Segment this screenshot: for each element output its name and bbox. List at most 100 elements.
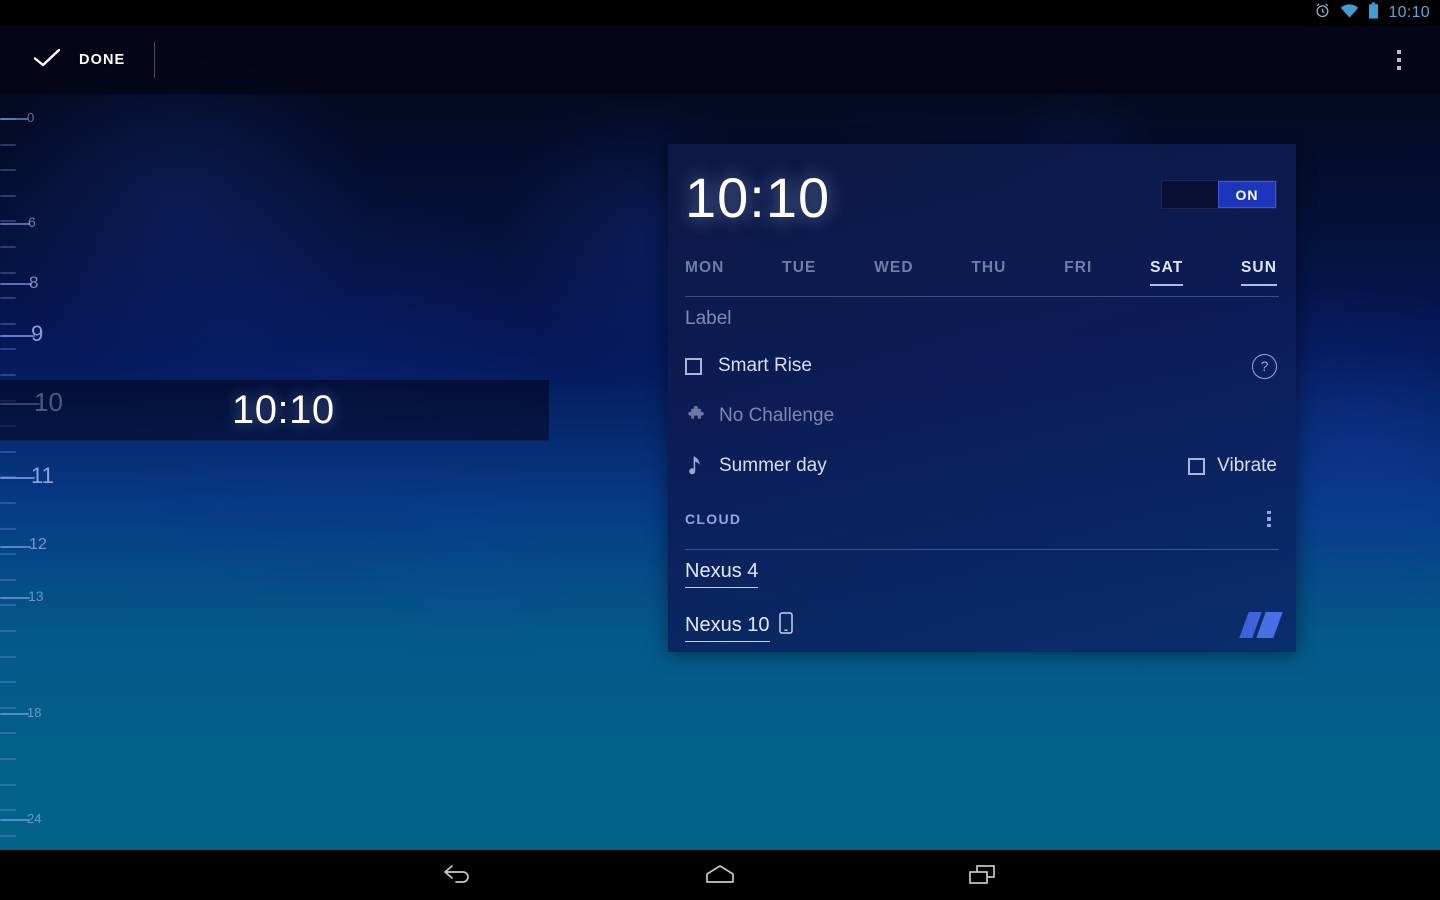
puzzle-piece-icon [685, 405, 710, 428]
timeline-tick-major [0, 223, 30, 225]
toggle-track [1162, 181, 1218, 208]
weekday-sat[interactable]: SAT [1150, 259, 1184, 286]
timeline-tick [0, 169, 16, 172]
vibrate-toggle[interactable]: Vibrate [1188, 455, 1277, 477]
smart-rise-row[interactable]: Smart Rise ? [685, 341, 1277, 391]
back-icon[interactable] [427, 853, 489, 897]
cloud-section-header: CLOUD [668, 499, 1296, 539]
timeline-tick [0, 783, 16, 786]
smart-rise-label: Smart Rise [718, 355, 812, 376]
timeline-tick [0, 194, 16, 197]
timeline-tick [0, 630, 16, 632]
alarm-enable-toggle[interactable]: ON [1161, 180, 1277, 209]
cloud-title: CLOUD [685, 511, 742, 527]
recents-icon[interactable] [951, 853, 1013, 897]
timeline-tick [0, 246, 16, 248]
status-bar: 10:10 [0, 0, 1440, 26]
vibrate-checkbox[interactable] [1188, 457, 1206, 475]
selected-alarm-row[interactable]: 10:10 [0, 379, 549, 441]
timeline-tick [0, 374, 16, 376]
action-bar: DONE [0, 26, 1440, 94]
home-icon[interactable] [689, 853, 751, 897]
timeline-tick-major [0, 118, 28, 120]
weekday-fri[interactable]: FRI [1064, 259, 1092, 286]
cloud-device-name: Nexus 4 [685, 560, 759, 588]
toggle-state-label: ON [1235, 186, 1259, 203]
weekday-thu[interactable]: THU [971, 259, 1006, 286]
timeline-tick-major [0, 477, 35, 479]
weekday-mon[interactable]: MON [685, 259, 724, 286]
smart-rise-checkbox[interactable] [685, 357, 702, 375]
timeline-tick-major [0, 283, 32, 285]
timeline-tick [0, 527, 16, 530]
wifi-icon [1340, 3, 1359, 23]
battery-icon [1368, 2, 1379, 24]
timeline-tick [0, 271, 16, 274]
timeline-hour-label[interactable]: 9 [31, 322, 43, 345]
cloud-device-item[interactable]: Nexus 4 [685, 560, 1277, 588]
music-note-icon [685, 455, 710, 478]
timeline-hour-label[interactable]: 8 [29, 274, 38, 291]
ringtone-row[interactable]: Summer day Vibrate [685, 441, 1277, 491]
timeline-tick [0, 681, 16, 684]
vibrate-label: Vibrate [1217, 455, 1277, 476]
help-icon[interactable]: ? [1252, 353, 1277, 379]
timeline-tick-major [0, 819, 29, 821]
check-icon [32, 46, 62, 75]
help-glyph: ? [1260, 358, 1269, 374]
timeline-tick-major [0, 713, 29, 715]
timeline-hour-label[interactable]: 12 [29, 537, 47, 553]
timeline-tick [0, 553, 16, 556]
timeline-hour-label[interactable]: 24 [27, 812, 41, 825]
cloud-device-name: Nexus 10 [685, 614, 770, 642]
navigation-bar [0, 850, 1440, 900]
toggle-thumb: ON [1218, 181, 1276, 208]
brand-logo-icon [1239, 612, 1283, 638]
cloud-device-item[interactable]: Nexus 10 [685, 612, 1277, 643]
timeline-hour-label[interactable]: 11 [31, 464, 54, 487]
challenge-label: No Challenge [719, 405, 835, 426]
status-bar-clock: 10:10 [1388, 3, 1430, 21]
overflow-menu-icon[interactable] [1380, 38, 1418, 82]
action-bar-divider [154, 42, 156, 78]
timeline-hour-label[interactable]: 0 [27, 111, 34, 124]
timeline-tick [0, 706, 16, 709]
timeline-tick [0, 322, 16, 325]
alarm-timeline[interactable]: 0689101112131824 10:10 [0, 94, 549, 850]
ringtone-label: Summer day [719, 455, 827, 476]
done-button[interactable]: DONE [0, 26, 125, 94]
timeline-tick [0, 578, 16, 581]
timeline-tick [0, 143, 16, 146]
timeline-tick-major [0, 546, 31, 548]
selected-alarm-time: 10:10 [232, 387, 335, 432]
timeline-tick [0, 297, 16, 300]
timeline-tick [0, 502, 16, 504]
timeline-hour-label[interactable]: 18 [27, 706, 41, 719]
weekday-wed[interactable]: WED [874, 259, 913, 286]
weekday-tue[interactable]: TUE [782, 259, 816, 286]
timeline-tick-major [0, 597, 30, 599]
card-header: 10:10 ON [668, 144, 1296, 226]
done-label: DONE [79, 52, 126, 68]
label-field[interactable]: Label [685, 297, 1277, 341]
app-screen: 10:10 0689101112131824 10:10 DONE 10:10 [0, 0, 1440, 900]
timeline-tick [0, 809, 16, 812]
cloud-device-list: Nexus 4 Nexus 10 [668, 550, 1296, 643]
timeline-tick [0, 655, 16, 658]
challenge-row[interactable]: No Challenge [685, 391, 1277, 441]
label-placeholder: Label [685, 308, 732, 329]
timeline-tick [0, 604, 16, 607]
timeline-tick [0, 834, 16, 837]
timeline-tick [0, 450, 16, 453]
timeline-tick [0, 758, 16, 760]
timeline-hour-label[interactable]: 6 [28, 215, 36, 229]
timeline-tick [0, 348, 16, 351]
cloud-overflow-menu-icon[interactable] [1256, 504, 1282, 534]
timeline-tick [0, 732, 16, 735]
timeline-hour-label[interactable]: 13 [28, 589, 44, 603]
weekday-sun[interactable]: SUN [1240, 259, 1277, 286]
alarm-options: Label Smart Rise ? No Challenge Summer d… [668, 297, 1296, 491]
weekday-selector[interactable]: MON TUE WED THU FRI SAT SUN [668, 259, 1296, 286]
timeline-tick-major [0, 335, 35, 337]
phone-device-icon [778, 612, 793, 643]
